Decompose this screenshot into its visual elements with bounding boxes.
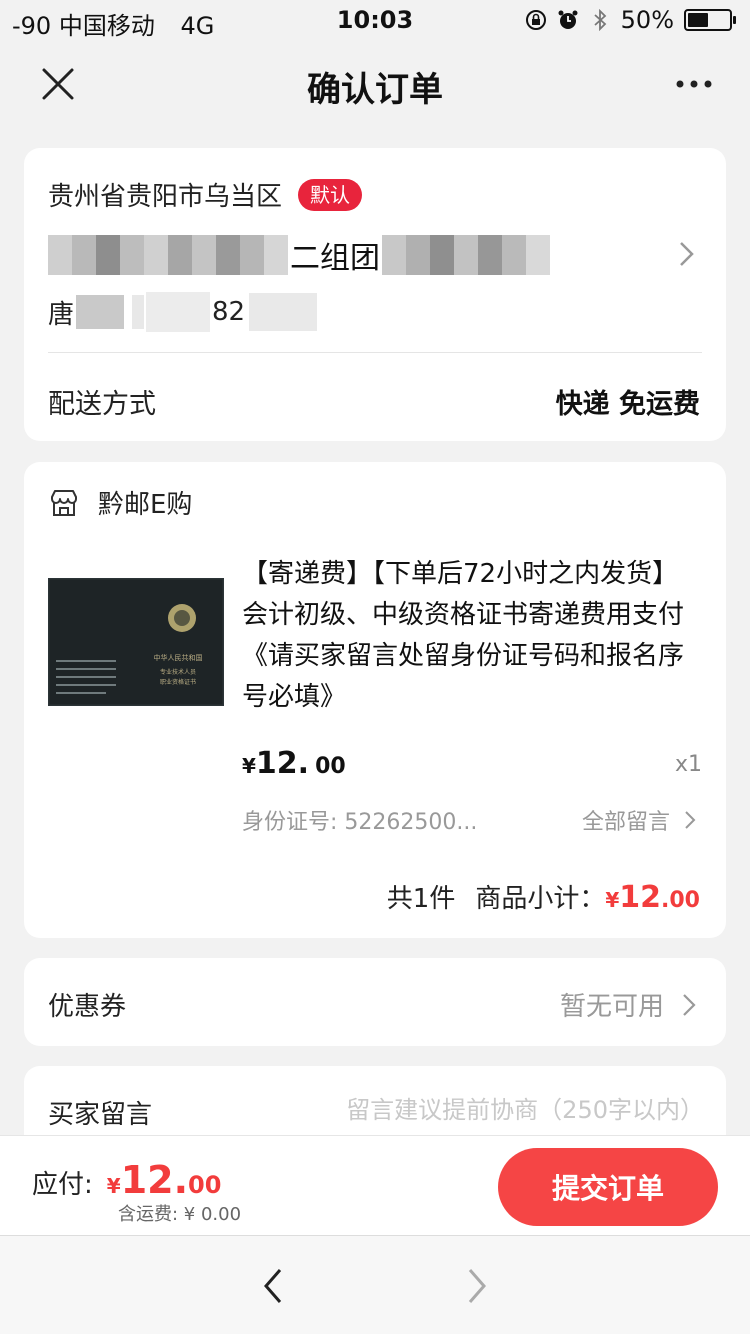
- redacted-block: [76, 295, 125, 329]
- shipping-value: 快递 免运费: [555, 389, 700, 420]
- redacted-block: [502, 235, 526, 275]
- battery-percent: 50%: [620, 6, 674, 34]
- redacted-block: [146, 292, 211, 332]
- item-count: 共1件: [386, 884, 456, 914]
- pay-row: 应付: ¥12.00: [32, 1158, 221, 1202]
- redacted-block: [144, 235, 168, 275]
- subtotal-label: 商品小计：: [475, 884, 606, 914]
- subtotal-dec: .00: [661, 888, 700, 913]
- chevron-right-icon: [685, 811, 696, 829]
- battery-level: [688, 13, 708, 27]
- pay-amount: ¥12.00: [107, 1158, 222, 1202]
- price-currency: ¥: [242, 754, 256, 778]
- chevron-right-icon: [683, 993, 696, 1016]
- status-bar: -90 中国移动 4G 10:03 50%: [0, 0, 750, 40]
- status-icons: 50%: [525, 6, 736, 34]
- shipping-fee: 含运费: ¥ 0.00: [118, 1204, 242, 1225]
- submit-order-button[interactable]: 提交订单: [498, 1148, 718, 1226]
- certificate-image: 中华人民共和国 专业技术人员 职业资格证书: [46, 576, 226, 708]
- pay-label: 应付:: [32, 1170, 93, 1200]
- image-text-sub2: 职业资格证书: [160, 678, 196, 686]
- redacted-block: [249, 293, 318, 331]
- redacted-block: [168, 235, 192, 275]
- redacted-block: [96, 235, 120, 275]
- recipient-row: 唐 82: [48, 290, 318, 334]
- coupon-value-row: 暂无可用: [560, 986, 696, 1023]
- recipient-name: 唐: [48, 299, 75, 330]
- subtotal-int: 12: [619, 880, 662, 915]
- browser-toolbar: [0, 1235, 750, 1334]
- subtotal-label-wrap: 商品小计：¥12.00: [475, 878, 700, 915]
- subtotal-currency: ¥: [605, 888, 620, 912]
- pay-dec: 00: [188, 1171, 222, 1199]
- image-text-header: 中华人民共和国: [154, 653, 203, 662]
- coupon-label: 优惠券: [48, 992, 127, 1022]
- all-memo-link[interactable]: 全部留言: [582, 804, 696, 836]
- coupon-card[interactable]: 优惠券 暂无可用: [24, 958, 726, 1046]
- alarm-icon: [558, 10, 578, 29]
- redacted-block: [216, 235, 240, 275]
- redacted-block: [132, 295, 145, 329]
- price-dec: 00: [315, 754, 346, 779]
- image-text-sub1: 专业技术人员: [160, 668, 196, 676]
- forward-arrow-icon[interactable]: [458, 1266, 494, 1306]
- address-region: 贵州省贵阳市乌当区: [48, 182, 283, 212]
- divider: [48, 352, 702, 353]
- redacted-block: [240, 235, 264, 275]
- buyer-memo-label: 买家留言: [48, 1100, 153, 1130]
- back-arrow-icon[interactable]: [256, 1266, 292, 1306]
- redacted-block: [526, 235, 550, 275]
- redacted-block: [72, 235, 96, 275]
- product-quantity: x1: [674, 752, 702, 777]
- rotation-lock-icon: [525, 10, 546, 30]
- redacted-block: [454, 235, 478, 275]
- product-price: ¥12. 00: [242, 746, 346, 781]
- bluetooth-icon: [594, 9, 606, 31]
- product-title[interactable]: 【寄递费】【下单后72小时之内发货】会计初级、中级资格证书寄递费用支付《请买家留…: [242, 554, 702, 718]
- redacted-block: [120, 235, 144, 275]
- redacted-block: [48, 235, 72, 275]
- pay-currency: ¥: [106, 1174, 121, 1198]
- all-memo-label: 全部留言: [581, 810, 670, 835]
- redacted-block: [406, 235, 430, 275]
- more-icon[interactable]: [674, 70, 714, 98]
- shipping-label: 配送方式: [48, 389, 156, 420]
- address-region-row: 贵州省贵阳市乌当区 默认: [48, 176, 363, 213]
- store-icon: [51, 489, 77, 516]
- subtotal-amount: ¥12.00: [605, 880, 700, 915]
- chevron-right-icon[interactable]: [678, 240, 696, 268]
- pay-int: 12.: [120, 1158, 189, 1202]
- page-title: 确认订单: [307, 70, 443, 110]
- price-int: 12.: [255, 746, 310, 781]
- coupon-value: 暂无可用: [559, 992, 664, 1022]
- memo-preview: 身份证号: 52262500...: [242, 810, 478, 835]
- subtotal-row: 共1件 商品小计：¥12.00: [387, 878, 700, 915]
- shop-name: 黔邮E购: [98, 490, 193, 520]
- phone-fragment: 82: [212, 297, 246, 327]
- battery-icon: [684, 9, 736, 31]
- address-detail-text: 二组团: [290, 241, 380, 276]
- redacted-block: [430, 235, 454, 275]
- buyer-memo-input[interactable]: [284, 1090, 704, 1130]
- redacted-block: [382, 235, 406, 275]
- redacted-block: [192, 235, 216, 275]
- default-badge: 默认: [298, 178, 363, 211]
- address-detail: 二组团: [48, 232, 550, 278]
- redacted-block: [478, 235, 502, 275]
- shop-header[interactable]: 黔邮E购: [48, 484, 192, 521]
- redacted-block: [264, 235, 288, 275]
- address-card[interactable]: 贵州省贵阳市乌当区 默认 二组团 唐 82 配送方式 快递 免运费: [24, 148, 726, 441]
- product-image[interactable]: 中华人民共和国 专业技术人员 职业资格证书: [46, 576, 226, 708]
- order-card: 黔邮E购 中华人民共和国 专业技术人员 职业资格证书 【寄递费】【下单后72小时…: [24, 462, 726, 938]
- nav-bar: 确认订单: [0, 40, 750, 128]
- submit-bar: 应付: ¥12.00 含运费: ¥ 0.00 提交订单: [0, 1135, 750, 1235]
